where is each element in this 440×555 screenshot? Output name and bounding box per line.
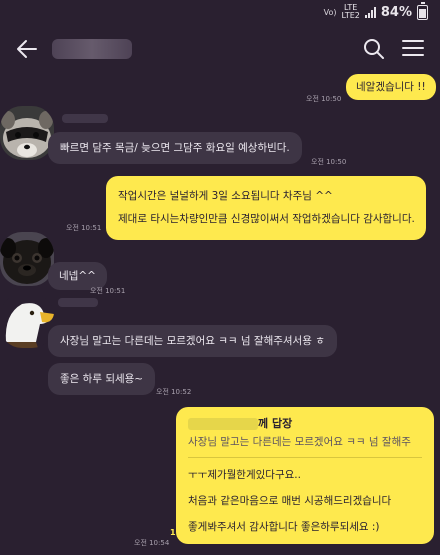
avatar[interactable] [0,294,54,348]
message-time: 오전 10:51 [66,224,102,232]
search-icon[interactable] [362,37,386,61]
message-bubble[interactable]: 빠르면 담주 목금/ 늦으면 그담주 화요일 예상하빈다. [48,132,302,164]
my-message-bubble[interactable]: 네알겠습니다 !! [346,74,436,100]
message-time: 오전 10:51 [90,287,126,295]
battery-icon [417,1,428,20]
message-time: 오전 10:50 [306,95,342,103]
my-message-bubble[interactable]: 작업시간은 널널하게 3일 소요됩니다 차주님 ^^ 제대로 타시는차량인만큼 … [106,176,426,240]
message-time: 오전 10:52 [156,388,192,396]
pug-avatar-icon [0,232,54,286]
eagle-avatar-icon [0,294,54,348]
chat-title-blurred [52,39,132,59]
signal-strength-icon [364,6,376,18]
my-reply-bubble[interactable]: 께 답장 사장님 말고는 다른데는 모르겠어요 ㅋㅋ 넘 잘해주 ㅜㅜ제가뭘한게… [176,407,434,544]
message-bubble[interactable]: 좋은 하루 되세용~ [48,363,156,395]
avatar[interactable] [0,106,54,160]
arrow-left-icon[interactable] [14,36,40,62]
reply-recipient-blurred [188,418,258,430]
chat-header [0,26,440,72]
avatar[interactable] [0,232,54,286]
unread-count: 1 [170,528,176,537]
message-bubble[interactable]: 사장님 말고는 다른데는 모르겠어요 ㅋㅋ 넘 잘해주셔서용 ㅎ [48,325,337,357]
sender-name-blurred [62,114,108,123]
message-time: 오전 10:54 [134,539,170,547]
message-time: 오전 10:50 [311,158,347,166]
sender-name-blurred [58,298,98,307]
hamburger-menu-icon[interactable] [402,38,424,58]
reply-header: 께 답장 [188,417,422,431]
volte-indicator: Vo) [323,7,337,17]
network-type: LTE LTE2 [341,3,360,20]
battery-percent: 84% [380,4,412,20]
divider [188,457,422,458]
raccoon-avatar-icon [0,106,54,160]
reply-quote: 사장님 말고는 다른데는 모르겠어요 ㅋㅋ 넘 잘해주 [188,436,411,448]
status-bar: Vo) LTE LTE2 84% [0,0,440,24]
